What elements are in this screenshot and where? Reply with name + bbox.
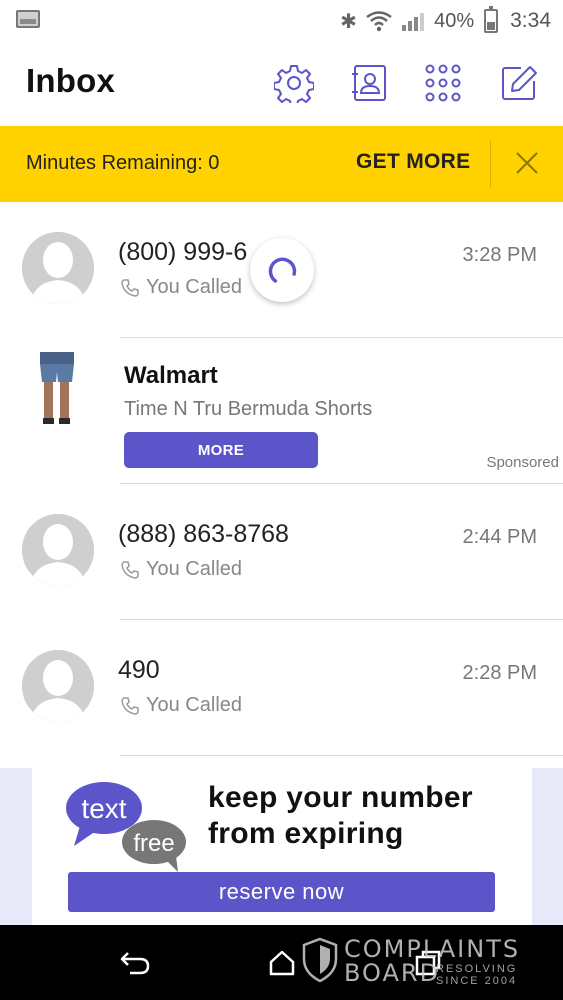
status-bar: ✱ 40% 3:34 [0,0,563,42]
sponsored-label: Sponsored [486,454,559,471]
avatar [22,650,94,722]
back-icon[interactable] [118,947,152,977]
conversation-time: 3:28 PM [462,244,537,266]
contact-number: 490 [118,656,160,684]
settings-button[interactable] [273,62,315,104]
app-header: Inbox [0,42,563,126]
page-title: Inbox [26,62,115,99]
avatar [22,514,94,586]
call-status: You Called [120,558,242,581]
contacts-button[interactable] [348,62,390,104]
conversation-time: 2:44 PM [462,526,537,548]
close-icon[interactable] [510,146,544,180]
logo-text: text [81,793,126,824]
gallery-notification-icon [16,10,40,28]
contact-number: (800) 999-6 [118,238,248,266]
watermark: COMPLAINTS BOARD RESOLVING SINCE 2004 [300,933,530,993]
ad-product-image [40,352,74,424]
call-status-text: You Called [146,694,243,716]
ad-more-button[interactable]: MORE [124,432,318,468]
textfree-logo: text free [66,782,186,872]
phone-icon [121,696,139,715]
avatar [22,232,94,304]
navigation-bar: COMPLAINTS BOARD RESOLVING SINCE 2004 [0,925,563,1000]
default-avatar-icon [22,650,94,722]
wifi-icon [366,11,392,32]
signal-icon [402,11,425,31]
minutes-remaining-text: Minutes Remaining: 0 [26,152,220,174]
phone-icon [121,560,139,579]
banner-divider [490,140,491,188]
default-avatar-icon [22,514,94,586]
phone-icon [121,278,139,297]
divider [120,755,563,756]
status-icons: ✱ 40% 3:34 [340,6,551,36]
contact-number: (888) 863-8768 [118,520,289,548]
bottom-ad-banner[interactable]: text free keep your number from expiring… [0,768,563,925]
dialpad-icon [425,64,461,102]
conversation-time: 2:28 PM [462,662,537,684]
reserve-now-button[interactable]: reserve now [68,872,495,912]
home-icon[interactable] [268,949,296,977]
status-time: 3:34 [510,9,551,32]
loading-icon [268,257,297,283]
conversation-row[interactable]: 490 You Called 2:28 PM [0,620,563,756]
call-status-text: You Called [146,558,243,580]
ad-description: Time N Tru Bermuda Shorts [124,398,373,420]
battery-percent: 40% [434,9,475,32]
watermark-tag1: RESOLVING [436,963,518,975]
sponsored-ad[interactable]: Walmart Time N Tru Bermuda Shorts MORE S… [0,338,563,484]
dialpad-button[interactable] [422,62,464,104]
call-status: You Called [120,276,242,299]
ad-brand: Walmart [124,362,218,389]
gear-icon [274,65,314,103]
get-more-button[interactable]: GET MORE [356,150,470,174]
shield-icon [302,937,338,983]
call-status: You Called [120,694,242,717]
ad-headline-line1: keep your number [208,781,473,814]
compose-button[interactable] [498,62,540,104]
loading-spinner [250,238,314,302]
logo-free: free [133,830,174,857]
ad-headline-line2: from expiring [208,817,404,850]
conversation-row[interactable]: (800) 999-6 You Called 3:28 PM [0,202,563,338]
contacts-icon [352,65,386,101]
ad-headline: keep your number from expiring [208,780,473,852]
watermark-tag2: SINCE 2004 [436,975,518,987]
bottom-ad-content: text free keep your number from expiring… [32,768,532,925]
minutes-banner: Minutes Remaining: 0 GET MORE [0,126,563,202]
conversation-row[interactable]: (888) 863-8768 You Called 2:44 PM [0,484,563,620]
compose-icon [502,66,537,100]
watermark-line2: BOARD [344,959,441,987]
default-avatar-icon [22,232,94,304]
bluetooth-icon: ✱ [340,10,357,33]
battery-icon [484,6,499,33]
call-status-text: You Called [146,276,243,298]
